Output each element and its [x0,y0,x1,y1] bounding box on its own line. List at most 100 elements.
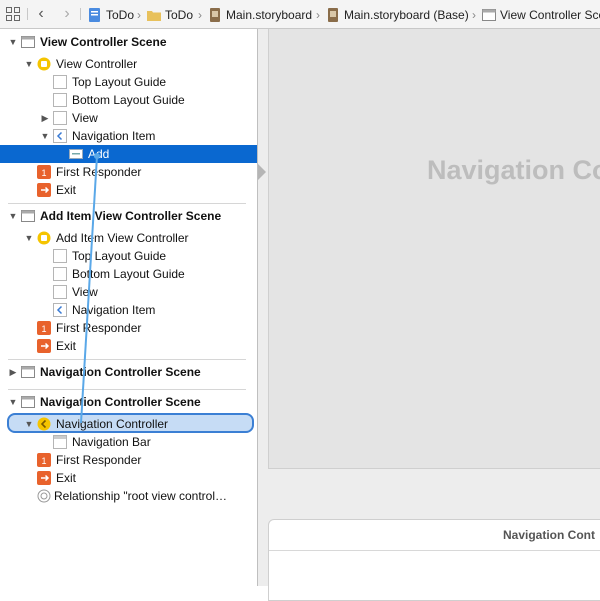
bar-button-item-icon [69,149,83,159]
exit-icon [37,183,51,197]
segue-arrow-icon [258,164,266,180]
disclosure-open-icon[interactable]: ▼ [8,37,18,47]
exit-icon [37,339,51,353]
view-controller-icon [37,57,51,71]
layout-guide-icon [53,249,67,263]
outline-label: Top Layout Guide [72,75,167,89]
disclosure-closed-icon[interactable]: ▶ [8,367,18,377]
breadcrumb-scene[interactable]: View Controller Scene [482,7,600,23]
disclosure-open-icon[interactable]: ▼ [8,397,18,407]
view-controller-icon [37,231,51,245]
disclosure-open-icon[interactable]: ▼ [8,211,18,221]
first-responder-icon: 1 [37,165,51,179]
canvas-scene-title: Navigation Co [427,155,600,185]
outline-label: View Controller Scene [40,35,167,49]
canvas-scene-view-controller[interactable]: Navigation Co [268,29,600,469]
breadcrumb-project[interactable]: ToDo [88,7,134,23]
scene-header-divider [269,550,600,551]
storyboard-icon [210,8,220,22]
outline-label: Exit [56,339,77,353]
navigation-controller-icon [37,417,51,431]
chevron-right-icon[interactable]: › [60,6,74,22]
jump-bar: ‹ › ToDo › ToDo › Main.storyboard › Main… [0,0,600,29]
outline-item-exit[interactable]: Exit [0,337,257,355]
canvas-scene-navigation-controller[interactable]: Navigation Cont [268,519,600,601]
outline-label: Top Layout Guide [72,249,167,263]
outline-item-navigation-item[interactable]: ▼ Navigation Item [0,127,257,145]
outline-item-navigation-controller[interactable]: ▼ Navigation Controller [0,415,257,433]
storyboard-canvas[interactable]: Navigation Co Navigation Cont [258,29,600,601]
outline-item-navigation-bar[interactable]: Navigation Bar [0,433,257,451]
outline-item-view[interactable]: View [0,283,257,301]
toolbar-divider [80,8,81,20]
outline-item-bottom-layout-guide[interactable]: Bottom Layout Guide [0,91,257,109]
disclosure-open-icon[interactable]: ▼ [24,419,34,429]
scene-divider [8,389,246,390]
outline-label: Add Item View Controller Scene [40,209,222,223]
outline-item-bottom-layout-guide[interactable]: Bottom Layout Guide [0,265,257,283]
scene-divider [8,203,246,204]
navigation-item-icon [53,303,67,317]
grid-icon[interactable] [6,7,20,21]
outline-scene-add-item[interactable]: ▼ Add Item View Controller Scene [0,207,257,225]
layout-guide-icon [53,267,67,281]
outline-label: First Responder [56,321,142,335]
disclosure-open-icon[interactable]: ▼ [24,59,34,69]
breadcrumb-folder[interactable]: ToDo [147,7,193,23]
outline-item-first-responder[interactable]: 1 First Responder [0,163,257,181]
disclosure-open-icon[interactable]: ▼ [24,233,34,243]
scene-icon [21,366,35,378]
outline-item-exit[interactable]: Exit [0,181,257,199]
project-icon [89,8,100,22]
scene-icon [21,396,35,408]
svg-text:1: 1 [41,168,46,178]
breadcrumb-storyboard-base[interactable]: Main.storyboard (Base) [326,7,469,23]
outline-item-first-responder[interactable]: 1 First Responder [0,451,257,469]
outline-label: Navigation Controller [56,417,169,431]
breadcrumb-label: ToDo [106,8,135,22]
outline-label: Navigation Item [72,129,156,143]
layout-guide-icon [53,75,67,89]
outline-item-exit[interactable]: Exit [0,469,257,487]
layout-guide-icon [53,93,67,107]
breadcrumb-storyboard[interactable]: Main.storyboard [208,7,312,23]
outline-scene-view-controller[interactable]: ▼ View Controller Scene [0,33,257,51]
outline-scene-navigation-controller[interactable]: ▶ Navigation Controller Scene [0,363,257,381]
scene-icon [482,9,496,21]
outline-item-navigation-item[interactable]: Navigation Item [0,301,257,319]
outline-item-view[interactable]: ▶ View [0,109,257,127]
outline-item-relationship[interactable]: Relationship "root view control… [0,487,257,505]
outline-label: First Responder [56,453,142,467]
view-icon [53,285,67,299]
disclosure-open-icon[interactable]: ▼ [40,131,50,141]
svg-text:1: 1 [41,456,46,466]
outline-label: Add [88,147,110,161]
outline-label: Add Item View Controller [56,231,189,245]
chevron-right-icon: › [316,8,320,22]
outline-item-top-layout-guide[interactable]: Top Layout Guide [0,73,257,91]
breadcrumb-label: Main.storyboard (Base) [344,8,469,22]
outline-item-top-layout-guide[interactable]: Top Layout Guide [0,247,257,265]
scene-icon [21,36,35,48]
relationship-icon [37,489,51,503]
outline-item-view-controller[interactable]: ▼ View Controller [0,55,257,73]
outline-label: Navigation Controller Scene [40,365,201,379]
breadcrumb-label: View Controller Scene [500,8,600,22]
document-outline: ▼ View Controller Scene ▼ View Controlle… [0,29,257,586]
breadcrumb-label: Main.storyboard [226,8,313,22]
outline-item-add-item-view-controller[interactable]: ▼ Add Item View Controller [0,229,257,247]
chevron-right-icon: › [137,8,141,22]
outline-label: Bottom Layout Guide [72,93,185,107]
folder-icon [147,11,161,21]
chevron-left-icon[interactable]: ‹ [34,6,48,22]
outline-item-add-bar-button[interactable]: Add [0,145,257,163]
outline-label: Exit [56,183,77,197]
view-icon [53,111,67,125]
outline-item-first-responder[interactable]: 1 First Responder [0,319,257,337]
outline-label: View [72,111,98,125]
chevron-right-icon: › [472,8,476,22]
svg-text:1: 1 [41,324,46,334]
outline-scene-navigation-controller[interactable]: ▼ Navigation Controller Scene [0,393,257,411]
scene-divider [8,359,246,360]
disclosure-closed-icon[interactable]: ▶ [40,113,50,123]
